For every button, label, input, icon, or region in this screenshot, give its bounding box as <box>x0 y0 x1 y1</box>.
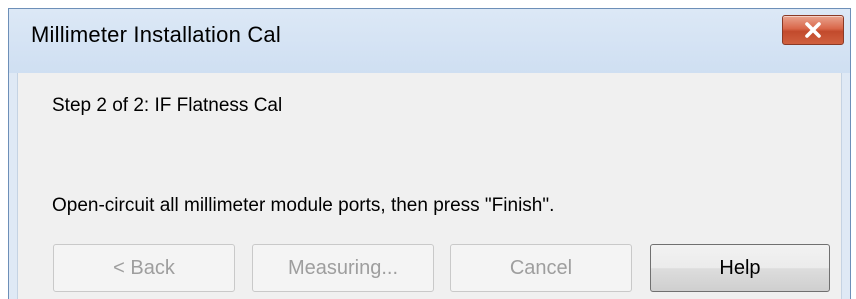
close-icon <box>805 22 821 38</box>
help-button[interactable]: Help <box>650 244 830 292</box>
dialog-body: Step 2 of 2: IF Flatness Cal Open-circui… <box>17 73 842 299</box>
close-button[interactable] <box>782 15 844 45</box>
cancel-button[interactable]: Cancel <box>450 244 632 292</box>
step-label: Step 2 of 2: IF Flatness Cal <box>52 95 283 116</box>
dialog-window: Millimeter Installation Cal Step 2 of 2:… <box>8 8 851 299</box>
title-bar[interactable]: Millimeter Installation Cal <box>9 9 850 73</box>
measuring-button[interactable]: Measuring... <box>252 244 434 292</box>
back-button[interactable]: < Back <box>53 244 235 292</box>
instruction-text: Open-circuit all millimeter module ports… <box>52 195 555 216</box>
window-title: Millimeter Installation Cal <box>31 22 281 47</box>
